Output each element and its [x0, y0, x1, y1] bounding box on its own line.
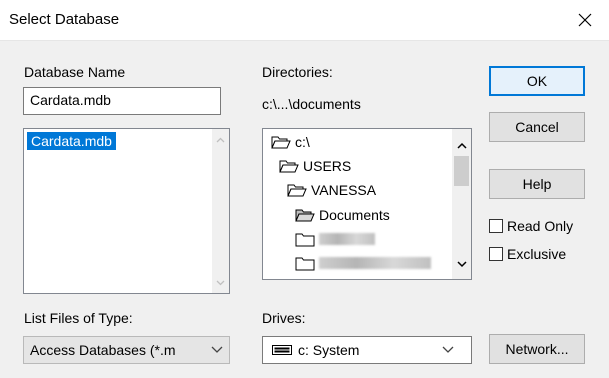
open-folder-icon: [279, 160, 299, 173]
scroll-down-arrow[interactable]: [212, 274, 229, 291]
database-file-list[interactable]: Cardata.mdb: [23, 128, 230, 294]
file-type-label: List Files of Type:: [24, 310, 133, 326]
drives-label: Drives:: [262, 310, 306, 326]
help-button[interactable]: Help: [489, 169, 585, 199]
chevron-down-icon: [456, 261, 467, 268]
directory-item-label: Documents: [319, 207, 390, 223]
open-folder-icon: [271, 136, 291, 149]
dialog-title: Select Database: [9, 11, 120, 28]
close-icon: [578, 13, 592, 27]
directory-item-subfolder[interactable]: [295, 255, 431, 271]
directory-item-vanessa[interactable]: VANESSA: [287, 182, 376, 198]
file-list-scrollbar[interactable]: [212, 129, 229, 293]
network-button[interactable]: Network...: [489, 334, 585, 364]
read-only-option[interactable]: Read Only: [489, 218, 573, 234]
closed-folder-icon: [295, 257, 315, 271]
chevron-up-icon: [216, 137, 225, 142]
closed-folder-icon: [295, 233, 315, 247]
database-name-label: Database Name: [24, 64, 126, 80]
file-type-value: Access Databases (*.m: [30, 342, 176, 358]
redacted-folder-name: [319, 257, 431, 269]
drive-icon: [272, 345, 292, 355]
open-folder-icon: [287, 184, 307, 197]
directories-label: Directories:: [262, 64, 333, 80]
file-type-select[interactable]: Access Databases (*.m: [23, 336, 230, 364]
directory-item-root[interactable]: c:\: [271, 134, 310, 150]
read-only-label: Read Only: [507, 218, 574, 234]
scroll-down-arrow[interactable]: [453, 256, 470, 273]
directory-item-label: c:\: [295, 134, 310, 150]
list-item-label: Cardata.mdb: [31, 133, 112, 149]
exclusive-label: Exclusive: [507, 246, 567, 262]
chevron-up-icon: [456, 142, 467, 149]
directory-item-users[interactable]: USERS: [279, 158, 351, 174]
drives-select[interactable]: c: System: [262, 336, 472, 364]
current-path: c:\...\documents: [262, 96, 361, 112]
cancel-button[interactable]: Cancel: [489, 112, 585, 142]
database-name-value: Cardata.mdb: [30, 92, 111, 108]
directory-item-subfolder[interactable]: [295, 231, 375, 247]
read-only-checkbox[interactable]: [489, 219, 503, 233]
chevron-down-icon: [216, 280, 225, 285]
chevron-down-icon: [442, 346, 454, 353]
redacted-folder-name: [319, 233, 375, 245]
scrollbar-thumb[interactable]: [454, 156, 469, 186]
list-item-selected[interactable]: Cardata.mdb: [27, 132, 116, 150]
directory-list-scrollbar[interactable]: [452, 129, 471, 279]
ok-button[interactable]: OK: [489, 66, 585, 96]
open-folder-icon: [295, 209, 315, 222]
exclusive-option[interactable]: Exclusive: [489, 246, 566, 262]
close-button[interactable]: [567, 2, 603, 38]
scroll-up-arrow[interactable]: [453, 137, 470, 154]
scroll-up-arrow[interactable]: [212, 131, 229, 148]
exclusive-checkbox[interactable]: [489, 247, 503, 261]
directory-item-label: VANESSA: [311, 182, 377, 198]
chevron-down-icon: [211, 346, 223, 353]
title-bar: Select Database: [0, 0, 609, 41]
database-name-input[interactable]: Cardata.mdb: [23, 87, 221, 115]
directory-item-documents[interactable]: Documents: [295, 207, 390, 223]
directory-item-label: USERS: [303, 158, 352, 174]
drives-value: c: System: [298, 342, 360, 358]
directory-list[interactable]: c:\ USERS VANESSA Documents: [262, 128, 472, 280]
